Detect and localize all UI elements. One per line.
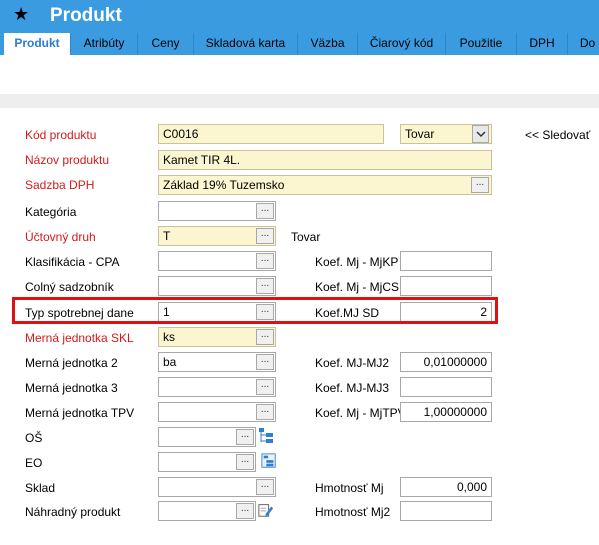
colny-sadzobnik-lookup-button[interactable]: ... <box>256 278 274 294</box>
separator-band <box>0 94 599 108</box>
form-area <box>0 108 599 545</box>
tab-bar: Produkt Atribúty Ceny Skladová karta Väz… <box>0 33 599 55</box>
label-kategoria: Kategória <box>25 205 77 219</box>
tab-atributy[interactable]: Atribúty <box>70 33 137 55</box>
nazov-produktu-input[interactable]: Kamet TIR 4L. <box>158 150 492 170</box>
hierarchy-icon[interactable] <box>261 452 277 470</box>
tree-icon[interactable] <box>258 427 274 445</box>
kod-produktu-input[interactable]: C0016 <box>158 124 384 144</box>
label-koef-mj-mjcs: Koef. Mj - MjCS <box>315 280 400 294</box>
label-merna-jednotka-2: Merná jednotka 2 <box>25 356 118 370</box>
label-merna-jednotka-3: Merná jednotka 3 <box>25 381 118 395</box>
label-merna-jednotka-skl: Merná jednotka SKL <box>25 331 134 345</box>
tab-dph[interactable]: DPH <box>516 33 567 55</box>
tab-skladova-karta[interactable]: Skladová karta <box>193 33 297 55</box>
tab-overflow[interactable]: Do <box>567 33 599 55</box>
star-icon[interactable]: ★ <box>13 5 29 25</box>
koef-mj-mj2-input[interactable]: 0,01000000 <box>400 352 492 372</box>
uctovny-druh-lookup-button[interactable]: ... <box>256 228 274 244</box>
merna-jednotka-tpv-lookup-button[interactable]: ... <box>256 404 274 420</box>
label-koef-mj-mjtpv: Koef. Mj - MjTPV <box>315 406 406 420</box>
tab-produkt[interactable]: Produkt <box>4 33 70 55</box>
label-merna-jednotka-tpv: Merná jednotka TPV <box>25 406 135 420</box>
sadzba-dph-lookup-button[interactable]: ... <box>471 177 489 193</box>
label-sadzba-dph: Sadzba DPH <box>25 178 95 192</box>
label-eo: EO <box>25 456 43 470</box>
hmotnost-mj-input[interactable]: 0,000 <box>400 477 492 497</box>
kategoria-lookup-button[interactable]: ... <box>256 203 274 219</box>
tab-pouzitie[interactable]: Použitie <box>445 33 516 55</box>
label-hmotnost-mj2: Hmotnosť Mj2 <box>315 505 391 519</box>
eo-lookup-button[interactable]: ... <box>236 454 254 470</box>
sledovat-link[interactable]: << Sledovať <box>525 128 590 142</box>
koef-mj-mjkp-input[interactable] <box>400 251 492 271</box>
edit-icon[interactable] <box>258 501 274 519</box>
os-lookup-button[interactable]: ... <box>236 429 254 445</box>
koef-mj-mjcs-input[interactable] <box>400 276 492 296</box>
koef-mj-mjtpv-input[interactable]: 1,00000000 <box>400 402 492 422</box>
label-nazov-produktu: Názov produktu <box>25 153 110 167</box>
label-koef-mj-mj3: Koef. MJ-MJ3 <box>315 381 390 395</box>
label-kod-produktu: Kód produktu <box>25 128 97 142</box>
highlight-box <box>12 297 498 324</box>
window-title: Produkt <box>50 5 122 26</box>
label-sklad: Sklad <box>25 481 56 495</box>
sklad-lookup-button[interactable]: ... <box>256 479 274 495</box>
merna-jednotka-2-lookup-button[interactable]: ... <box>256 354 274 370</box>
label-koef-mj-mjkp: Koef. Mj - MjKP <box>315 255 399 269</box>
label-os: OŠ <box>25 431 43 445</box>
label-colny-sadzobnik: Colný sadzobník <box>25 280 114 294</box>
merna-jednotka-skl-lookup-button[interactable]: ... <box>256 329 274 345</box>
hmotnost-mj2-input[interactable] <box>400 501 492 521</box>
chevron-down-icon[interactable] <box>472 125 489 143</box>
label-klasifikacia-cpa: Klasifikácia - CPA <box>25 255 120 269</box>
tab-ceny[interactable]: Ceny <box>137 33 193 55</box>
koef-mj-mj3-input[interactable] <box>400 377 492 397</box>
label-hmotnost-mj: Hmotnosť Mj <box>315 481 384 495</box>
label-koef-mj-mj2: Koef. MJ-MJ2 <box>315 356 390 370</box>
title-bar: ★ Produkt <box>0 0 599 33</box>
label-uctovny-druh: Účtovný druh <box>25 230 96 244</box>
klasifikacia-cpa-lookup-button[interactable]: ... <box>256 253 274 269</box>
uctovny-druh-desc: Tovar <box>291 230 321 244</box>
tab-ciarovy-kod[interactable]: Čiarový kód <box>357 33 445 55</box>
nahradny-produkt-lookup-button[interactable]: ... <box>236 503 254 519</box>
merna-jednotka-3-lookup-button[interactable]: ... <box>256 379 274 395</box>
sadzba-dph-input[interactable]: Základ 19% Tuzemsko <box>158 175 492 195</box>
tab-vazba[interactable]: Väzba <box>297 33 357 55</box>
label-nahradny-produkt: Náhradný produkt <box>25 505 121 519</box>
